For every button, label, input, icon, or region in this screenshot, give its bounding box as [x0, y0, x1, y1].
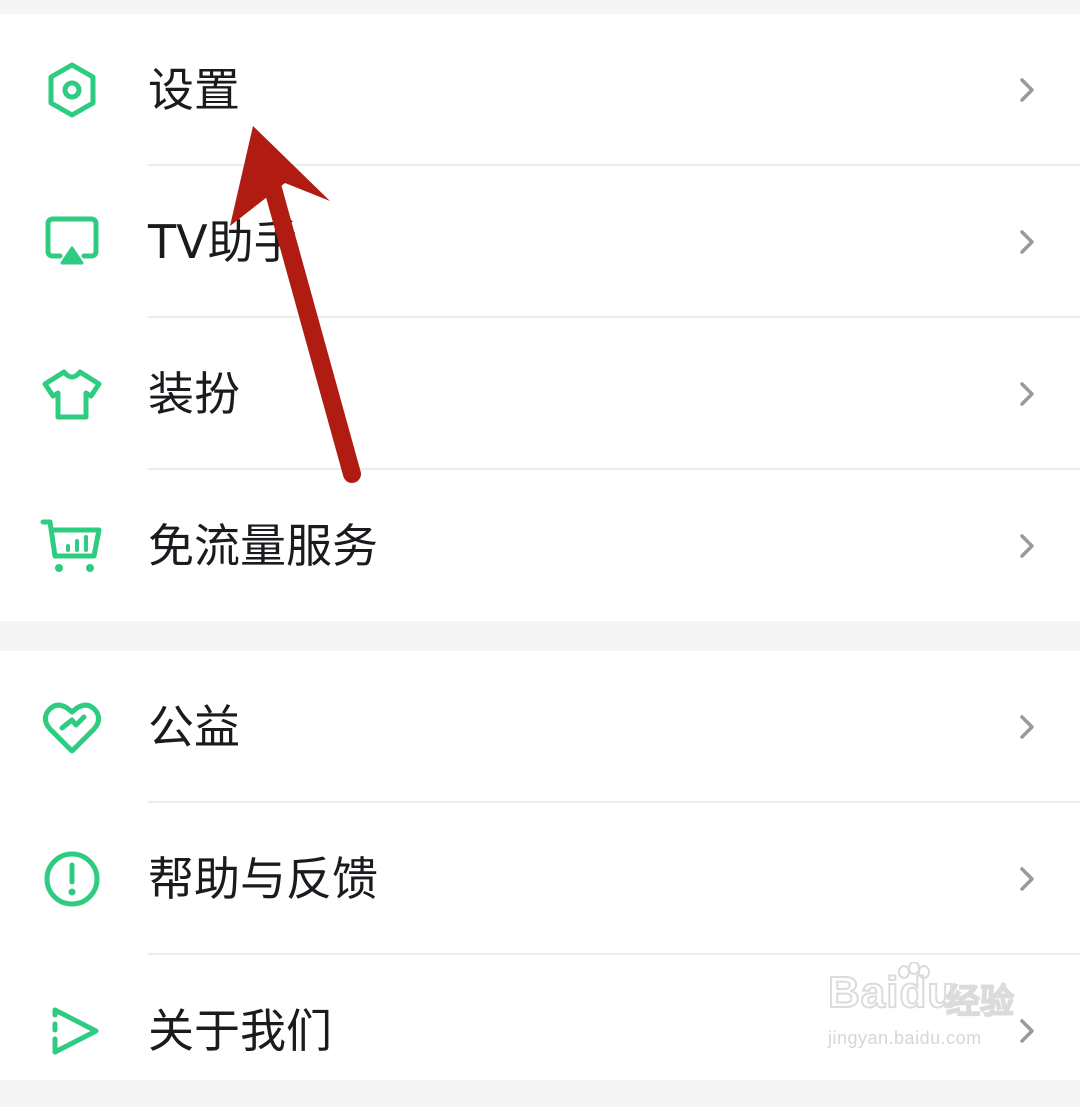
menu-item-label: 帮助与反馈 [148, 852, 378, 906]
charity-heart-icon [40, 695, 104, 759]
watermark-brand: Baidu [827, 967, 956, 1018]
tv-cast-icon [40, 210, 104, 274]
paw-icon [898, 962, 930, 979]
menu-item-label: 公益 [148, 700, 240, 754]
chevron-right-icon [1012, 864, 1042, 894]
menu-item-charity[interactable]: 公益 [0, 651, 1080, 803]
baidu-jingyan-watermark: Baidu 经验 jingyan.baidu.com [827, 962, 1068, 1062]
menu-item-help-feedback[interactable]: 帮助与反馈 [0, 803, 1080, 955]
menu-item-dress-up[interactable]: 装扮 [0, 318, 1080, 470]
exclamation-circle-icon [40, 847, 104, 911]
settings-hexagon-icon [40, 58, 104, 122]
menu-item-label: 装扮 [148, 367, 240, 421]
menu-item-label: 免流量服务 [148, 519, 378, 573]
menu-item-label: 设置 [148, 63, 240, 117]
menu-item-label: 关于我们 [148, 1004, 332, 1058]
menu-item-tv-assistant[interactable]: TV助手 [0, 166, 1080, 318]
chevron-right-icon [1012, 379, 1042, 409]
menu-item-free-data-service[interactable]: 免流量服务 [0, 470, 1080, 622]
menu-item-settings[interactable]: 设置 [0, 14, 1080, 166]
chevron-right-icon [1012, 712, 1042, 742]
chevron-right-icon [1012, 531, 1042, 561]
watermark-url: jingyan.baidu.com [828, 1028, 982, 1048]
tshirt-icon [40, 362, 104, 426]
play-triangle-icon [40, 999, 104, 1063]
menu-group-primary: 设置 TV助手 装扮 免流量服务 [0, 14, 1080, 621]
watermark-cn: 经验 [945, 981, 1015, 1023]
chevron-right-icon [1012, 227, 1042, 257]
shopping-cart-icon [40, 514, 104, 578]
chevron-right-icon [1012, 75, 1042, 105]
menu-item-label: TV助手 [148, 215, 300, 269]
